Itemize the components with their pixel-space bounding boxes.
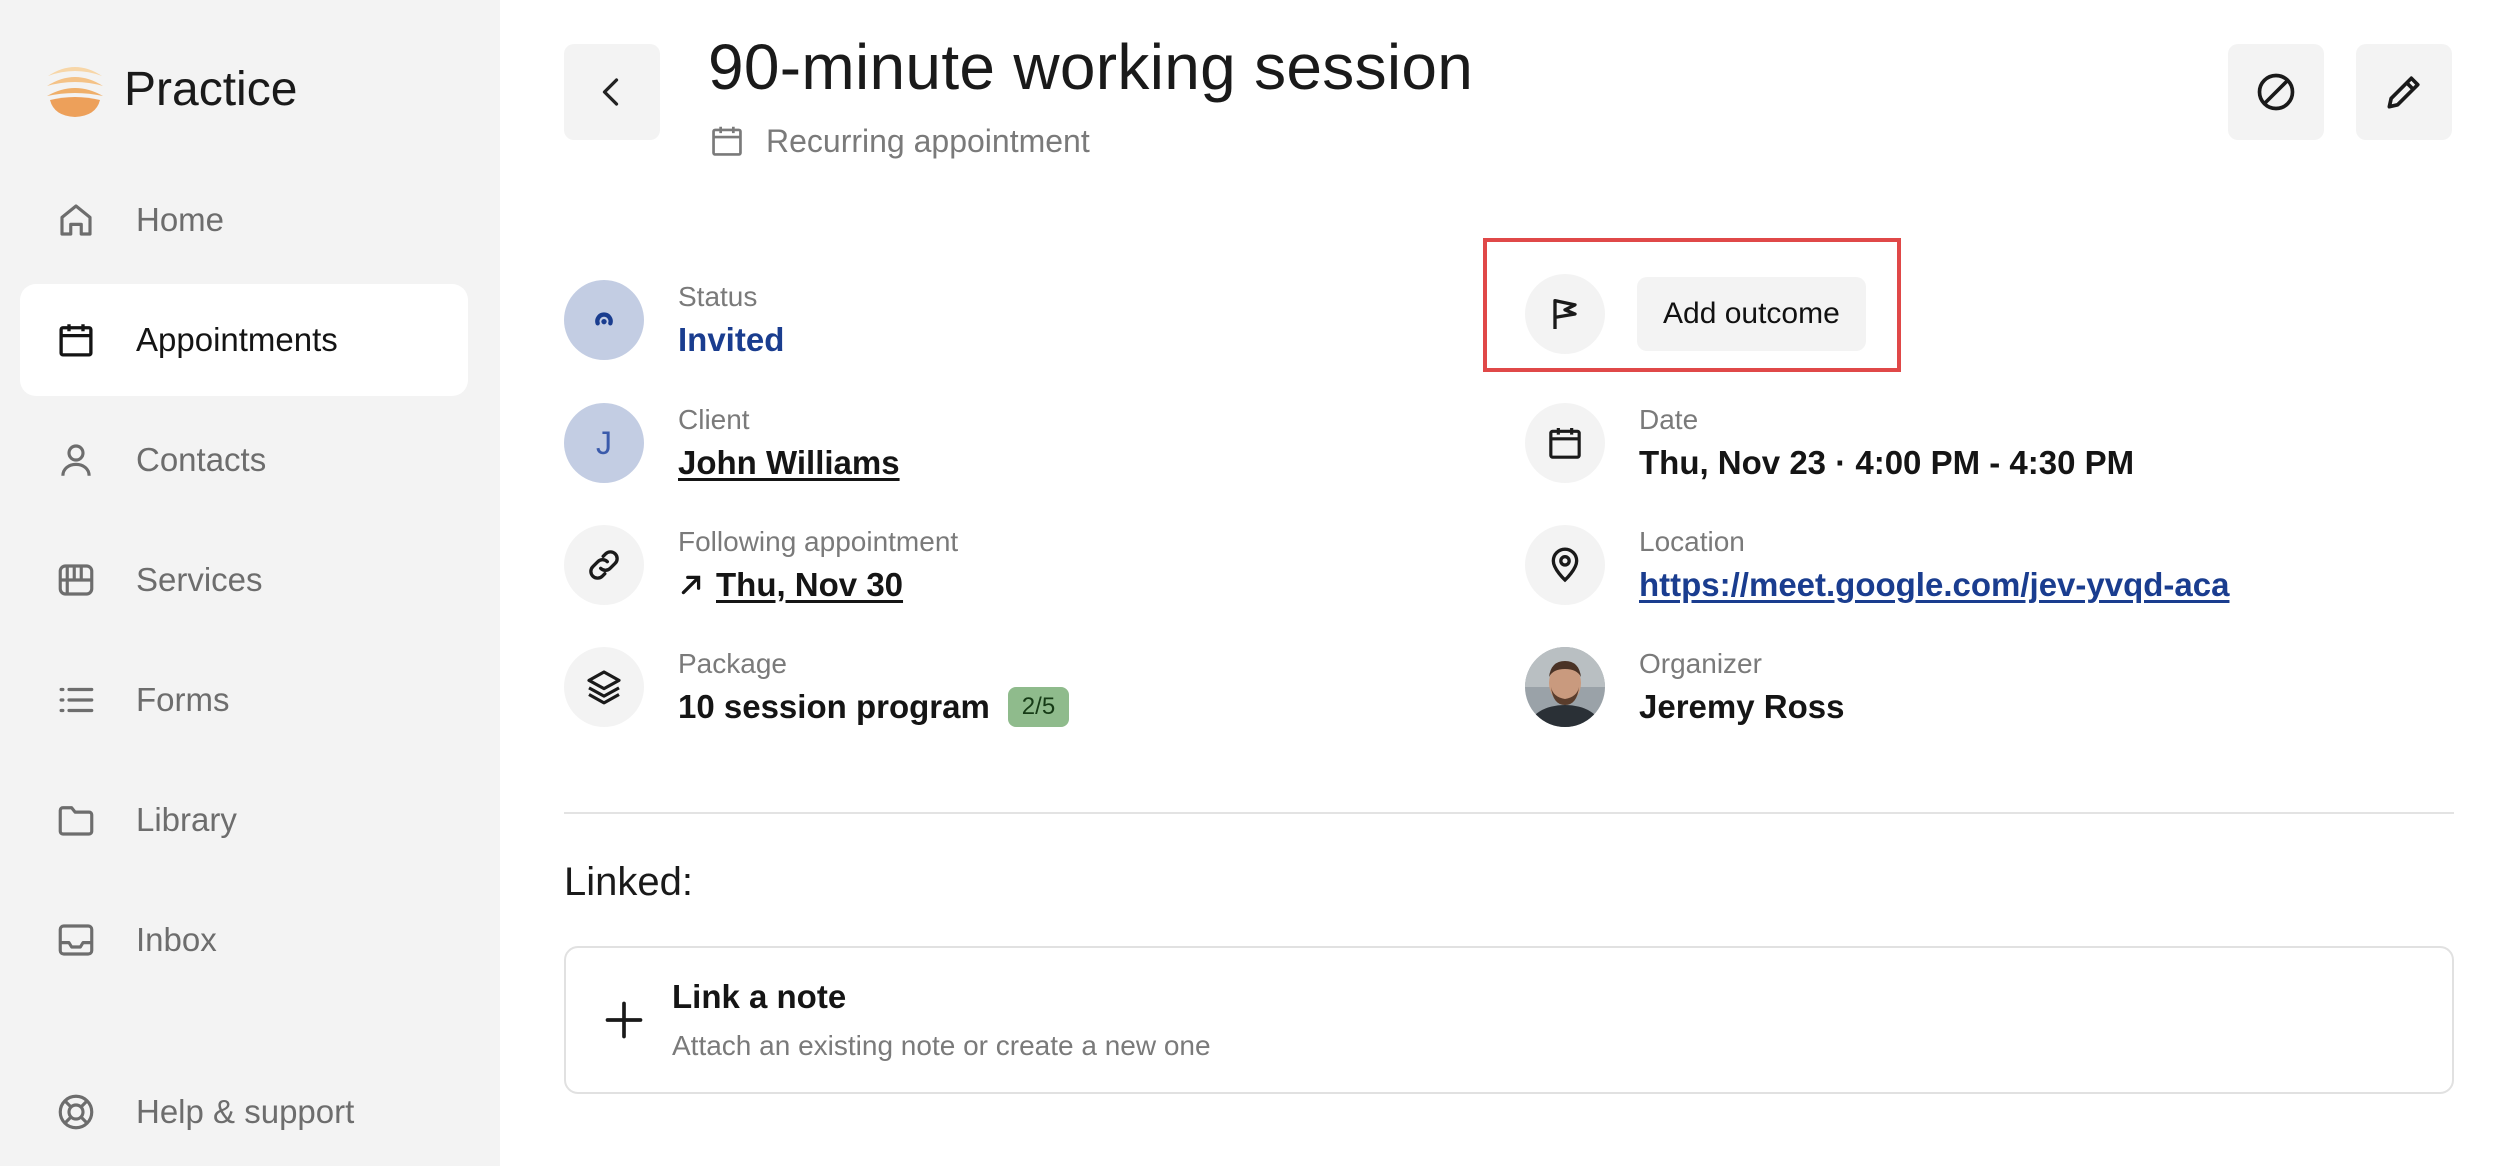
status-row: Status Invited bbox=[564, 280, 784, 360]
sidebar: Practice Home Appointments Contacts Serv… bbox=[0, 0, 500, 1166]
calendar-icon bbox=[712, 126, 742, 156]
services-icon bbox=[54, 558, 98, 602]
person-icon bbox=[54, 438, 98, 482]
sidebar-item-forms[interactable]: Forms bbox=[20, 644, 468, 756]
status-label: Status bbox=[678, 281, 758, 313]
location-label: Location bbox=[1639, 526, 1745, 558]
chevron-left-icon bbox=[602, 78, 619, 106]
sidebar-item-appointments[interactable]: Appointments bbox=[20, 284, 468, 396]
organizer-row: Organizer Jeremy Ross bbox=[1525, 647, 1844, 727]
location-pin-icon bbox=[1551, 547, 1579, 583]
location-link[interactable]: https://meet.google.com/jev-yvqd-aca bbox=[1639, 565, 2229, 605]
sidebar-item-label: Services bbox=[136, 561, 263, 598]
back-button[interactable] bbox=[564, 44, 660, 140]
link-note-card[interactable]: Link a note Attach an existing note or c… bbox=[564, 946, 2454, 1094]
date-value: Thu, Nov 23 · 4:00 PM - 4:30 PM bbox=[1639, 444, 2135, 481]
sidebar-item-home[interactable]: Home bbox=[20, 164, 468, 276]
following-appointment-row: Following appointment Thu, Nov 30 bbox=[564, 525, 958, 605]
client-link[interactable]: John Williams bbox=[678, 443, 900, 483]
sidebar-item-label: Contacts bbox=[136, 441, 267, 478]
sidebar-item-label: Appointments bbox=[136, 321, 338, 358]
organizer-avatar bbox=[1525, 647, 1605, 727]
signal-icon bbox=[595, 312, 613, 326]
sidebar-item-inbox[interactable]: Inbox bbox=[20, 884, 468, 996]
package-label: Package bbox=[678, 648, 787, 679]
appointment-type-label: Recurring appointment bbox=[766, 122, 1090, 159]
cancel-icon bbox=[2257, 73, 2295, 111]
package-progress-badge: 2/5 bbox=[1007, 686, 1070, 728]
following-appointment-link[interactable]: Thu, Nov 30 bbox=[716, 565, 903, 605]
sidebar-item-label: Forms bbox=[136, 681, 230, 718]
edit-button[interactable] bbox=[2356, 44, 2452, 140]
client-avatar: J bbox=[564, 403, 644, 483]
status-icon-circle bbox=[564, 280, 644, 360]
plus-icon bbox=[605, 1001, 643, 1039]
inbox-icon bbox=[54, 918, 98, 962]
status-value[interactable]: Invited bbox=[678, 320, 784, 360]
pencil-icon bbox=[2387, 76, 2420, 109]
organizer-name: Jeremy Ross bbox=[1639, 688, 1845, 725]
practice-logo-icon bbox=[47, 67, 103, 117]
sidebar-item-help-support[interactable]: Help & support bbox=[20, 1056, 468, 1166]
cancel-appointment-button[interactable] bbox=[2228, 44, 2324, 140]
organizer-label: Organizer bbox=[1639, 648, 1762, 680]
date-label: Date bbox=[1639, 404, 1699, 436]
layers-icon-circle bbox=[564, 647, 644, 728]
link-icon bbox=[589, 550, 619, 580]
home-icon bbox=[54, 198, 98, 242]
date-row: Date Thu, Nov 23 · 4:00 PM - 4:30 PM bbox=[1525, 403, 2134, 483]
package-name: 10 session program bbox=[678, 688, 990, 726]
link-icon-circle bbox=[564, 525, 644, 605]
sidebar-item-label: Library bbox=[136, 801, 237, 838]
client-label: Client bbox=[678, 404, 750, 436]
list-icon bbox=[54, 678, 98, 722]
client-row: J Client John Williams bbox=[564, 403, 900, 483]
layers-icon bbox=[587, 670, 621, 705]
calendar-icon bbox=[54, 318, 98, 362]
sidebar-item-label: Home bbox=[136, 201, 225, 238]
following-appointment-label: Following appointment bbox=[678, 526, 959, 558]
outcome-row: Add outcome bbox=[1525, 274, 1866, 354]
date-icon-circle bbox=[1525, 403, 1605, 483]
linked-heading: Linked: bbox=[564, 860, 693, 904]
sidebar-item-label: Inbox bbox=[136, 921, 217, 958]
arrow-up-right-icon bbox=[681, 575, 701, 595]
sidebar-item-library[interactable]: Library bbox=[20, 764, 468, 876]
lifebuoy-icon bbox=[54, 1090, 98, 1134]
location-row: Location https://meet.google.com/jev-yvq… bbox=[1525, 525, 2229, 605]
package-row: Package 10 session program 2/5 bbox=[564, 647, 1070, 728]
folder-icon bbox=[54, 798, 98, 842]
sidebar-item-contacts[interactable]: Contacts bbox=[20, 404, 468, 516]
link-note-title: Link a note bbox=[672, 978, 847, 1015]
add-outcome-button[interactable]: Add outcome bbox=[1637, 277, 1866, 351]
brand-name: Practice bbox=[124, 62, 298, 116]
divider bbox=[564, 812, 2454, 814]
location-icon-circle bbox=[1525, 525, 1605, 605]
link-note-subtitle: Attach an existing note or create a new … bbox=[672, 1030, 1211, 1061]
appointment-type: Recurring appointment bbox=[708, 122, 1090, 160]
sidebar-item-label: Help & support bbox=[136, 1093, 355, 1130]
calendar-icon bbox=[1549, 428, 1581, 459]
flag-icon-circle bbox=[1525, 274, 1605, 354]
brand[interactable]: Practice bbox=[46, 60, 297, 118]
flag-icon bbox=[1553, 299, 1577, 329]
page-title: 90-minute working session bbox=[708, 31, 1474, 103]
sidebar-item-services[interactable]: Services bbox=[20, 524, 468, 636]
